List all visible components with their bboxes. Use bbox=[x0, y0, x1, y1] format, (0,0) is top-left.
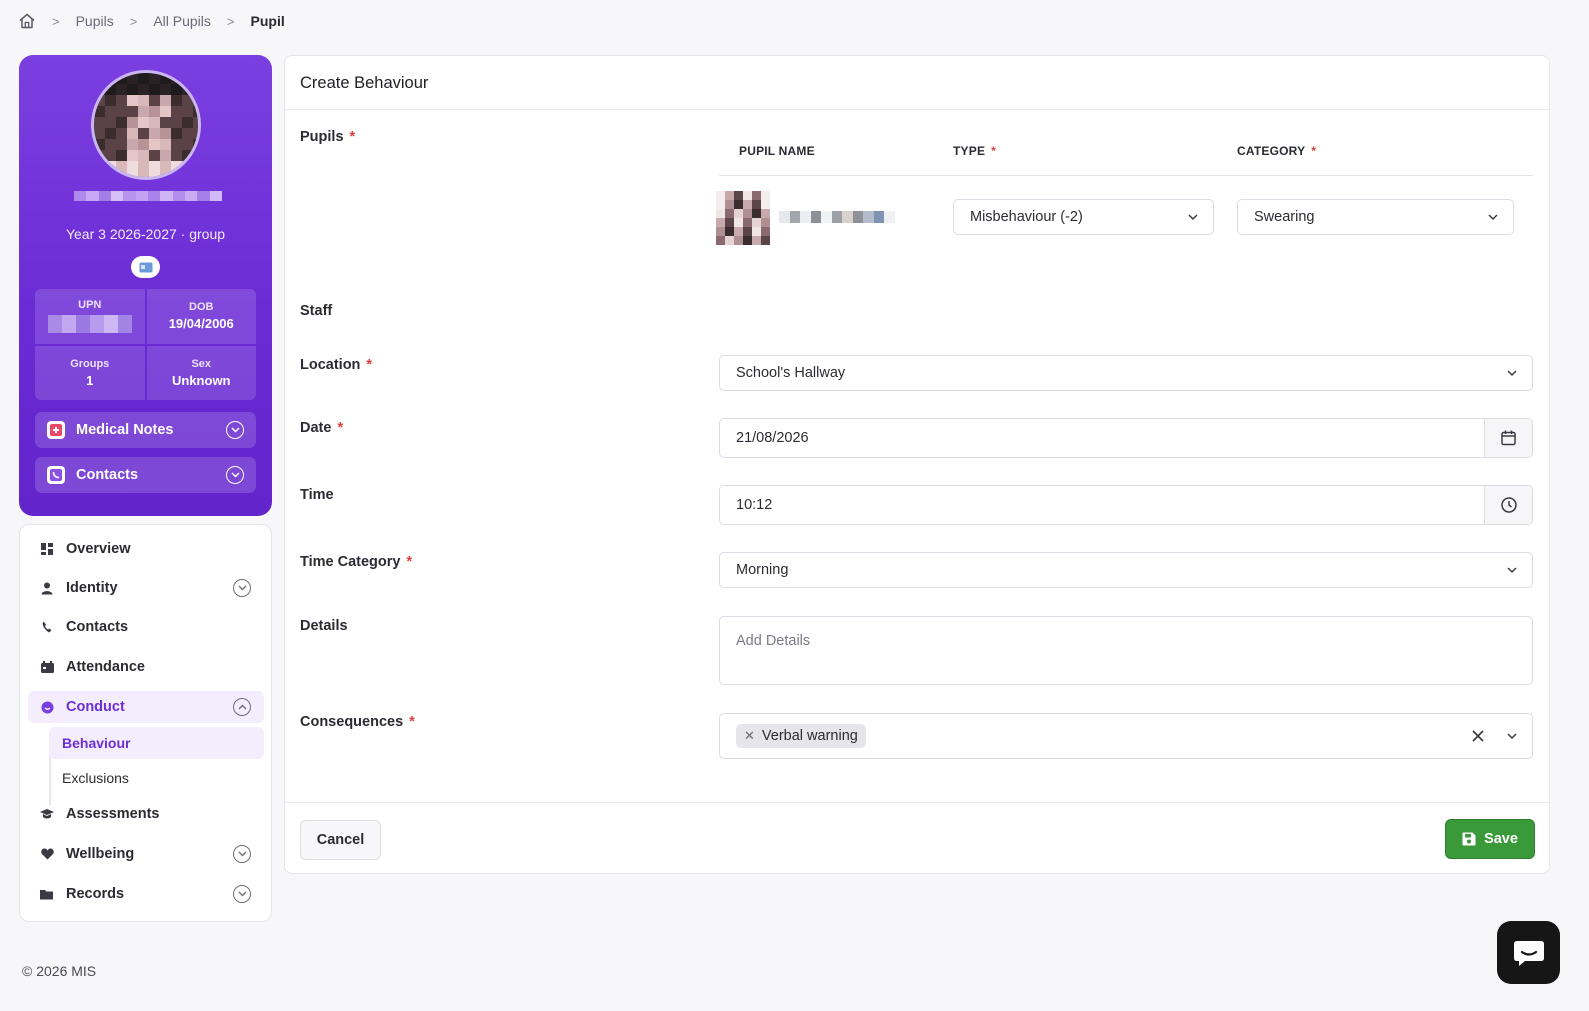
staff-label: Staff bbox=[300, 303, 333, 319]
folder-icon bbox=[40, 887, 54, 901]
footer-copyright: © 2026 MIS bbox=[22, 963, 97, 979]
location-select[interactable]: School's Hallway bbox=[719, 355, 1533, 391]
upn-redacted bbox=[47, 315, 132, 334]
type-select[interactable]: Misbehaviour (-2) bbox=[953, 199, 1214, 235]
chevron-right-icon: > bbox=[129, 13, 138, 29]
chevron-right-icon: > bbox=[226, 13, 235, 29]
breadcrumb-pupils[interactable]: Pupils bbox=[76, 13, 114, 29]
time-category-select[interactable]: Morning bbox=[719, 552, 1533, 588]
calendar-icon bbox=[40, 660, 54, 674]
divider bbox=[285, 802, 1549, 803]
date-label: Date * bbox=[300, 420, 344, 436]
chevron-down-icon bbox=[1488, 214, 1498, 221]
user-icon bbox=[40, 581, 54, 595]
breadcrumb-all-pupils[interactable]: All Pupils bbox=[153, 13, 211, 29]
avatar bbox=[91, 70, 201, 180]
pupil-group: Year 3 2026-2027 · group bbox=[65, 226, 226, 242]
stat-sex: Sex Unknown bbox=[146, 345, 256, 400]
nav-contacts[interactable]: Contacts bbox=[28, 611, 264, 643]
nav-assessments[interactable]: Assessments bbox=[28, 798, 264, 830]
chevron-right-icon: > bbox=[52, 13, 60, 29]
nav-overview[interactable]: Overview bbox=[28, 533, 264, 565]
phone-icon bbox=[40, 620, 54, 634]
consequence-tag: ✕ Verbal warning bbox=[736, 724, 866, 748]
col-pupil-name: PUPIL NAME bbox=[739, 144, 815, 158]
chevron-down-icon[interactable] bbox=[1506, 730, 1518, 742]
divider bbox=[285, 109, 1549, 110]
medical-icon bbox=[47, 421, 65, 439]
pupil-name-redacted bbox=[779, 211, 896, 223]
breadcrumb-current: Pupil bbox=[250, 13, 285, 29]
pupil-profile-card: Year 3 2026-2027 · group UPN DOB 19/04/2… bbox=[19, 55, 272, 516]
consequences-multiselect[interactable]: ✕ Verbal warning bbox=[719, 713, 1533, 759]
save-button[interactable]: Save bbox=[1445, 819, 1535, 859]
chevron-down-icon[interactable] bbox=[226, 421, 244, 439]
pupil-name-redacted bbox=[74, 191, 222, 211]
time-category-label: Time Category * bbox=[300, 554, 413, 570]
col-category: CATEGORY * bbox=[1237, 144, 1317, 158]
nav-identity[interactable]: Identity bbox=[28, 572, 264, 604]
location-label: Location * bbox=[300, 357, 373, 373]
pupils-label: Pupils * bbox=[300, 129, 356, 145]
id-card-icon[interactable] bbox=[131, 256, 160, 278]
nav-records[interactable]: Records bbox=[28, 878, 264, 910]
nav-behaviour[interactable]: Behaviour bbox=[49, 727, 264, 759]
chevron-down-icon[interactable] bbox=[233, 845, 251, 863]
nav-conduct[interactable]: Conduct bbox=[28, 691, 264, 723]
details-textarea[interactable]: Add Details bbox=[719, 616, 1533, 685]
heart-icon bbox=[40, 847, 54, 861]
breadcrumb: > Pupils > All Pupils > Pupil bbox=[18, 10, 285, 32]
nav-exclusions[interactable]: Exclusions bbox=[49, 762, 264, 794]
chevron-down-icon bbox=[1507, 567, 1517, 574]
clear-icon[interactable] bbox=[1470, 728, 1486, 744]
col-type: TYPE * bbox=[953, 144, 997, 158]
chat-bubble-icon bbox=[1513, 940, 1544, 966]
chevron-down-icon[interactable] bbox=[233, 579, 251, 597]
calendar-icon[interactable] bbox=[1484, 419, 1532, 457]
contacts-accordion[interactable]: Contacts bbox=[35, 457, 256, 493]
pupil-thumbnail bbox=[716, 191, 770, 245]
clock-icon[interactable] bbox=[1484, 486, 1532, 524]
nav-wellbeing[interactable]: Wellbeing bbox=[28, 838, 264, 870]
details-label: Details bbox=[300, 618, 348, 634]
stat-dob: DOB 19/04/2006 bbox=[146, 289, 256, 344]
floppy-disk-icon bbox=[1462, 832, 1476, 846]
create-behaviour-card: Create Behaviour Pupils * PUPIL NAME TYPE… bbox=[284, 55, 1550, 874]
cancel-button[interactable]: Cancel bbox=[300, 820, 381, 860]
chevron-down-icon bbox=[1507, 370, 1517, 377]
page-title: Create Behaviour bbox=[300, 74, 429, 92]
time-field[interactable]: 10:12 bbox=[719, 485, 1533, 525]
stat-groups: Groups 1 bbox=[35, 345, 145, 400]
pupil-nav: Overview Identity Contacts Attendance Co… bbox=[19, 524, 272, 922]
medical-notes-accordion[interactable]: Medical Notes bbox=[35, 412, 256, 448]
category-select[interactable]: Swearing bbox=[1237, 199, 1514, 235]
home-icon[interactable] bbox=[18, 12, 36, 30]
chat-widget-button[interactable] bbox=[1497, 921, 1560, 984]
chevron-down-icon bbox=[1188, 214, 1198, 221]
nav-attendance[interactable]: Attendance bbox=[28, 651, 264, 683]
chevron-down-icon[interactable] bbox=[233, 885, 251, 903]
pupil-stats: UPN DOB 19/04/2006 Groups 1 Sex Unknown bbox=[35, 289, 256, 400]
graduation-icon bbox=[40, 807, 54, 821]
table-divider bbox=[719, 175, 1533, 176]
consequences-label: Consequences * bbox=[300, 714, 415, 730]
stat-upn: UPN bbox=[35, 289, 145, 344]
dashboard-icon bbox=[40, 542, 54, 556]
phone-icon bbox=[47, 466, 65, 484]
conduct-icon bbox=[40, 700, 54, 714]
time-label: Time bbox=[300, 487, 334, 503]
remove-tag-icon[interactable]: ✕ bbox=[744, 728, 755, 744]
date-field[interactable]: 21/08/2026 bbox=[719, 418, 1533, 458]
chevron-down-icon[interactable] bbox=[226, 466, 244, 484]
chevron-up-icon[interactable] bbox=[233, 698, 251, 716]
